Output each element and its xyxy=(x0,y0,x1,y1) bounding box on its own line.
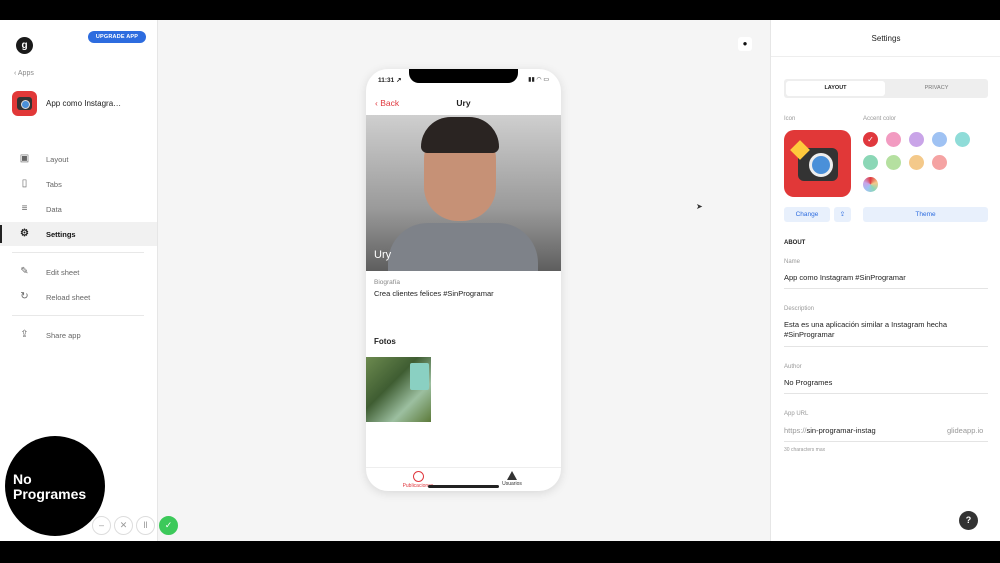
app-url-label: App URL xyxy=(784,411,809,417)
photos-heading: Fotos xyxy=(374,337,396,346)
gear-icon: ⚙ xyxy=(20,228,29,239)
author-field[interactable]: No Programes xyxy=(784,378,832,387)
accent-color-label: Accent color xyxy=(863,116,897,122)
screen-title: Ury xyxy=(456,98,471,108)
nav-label: Settings xyxy=(46,230,76,239)
nav-label: Reload sheet xyxy=(46,293,91,302)
photo-thumbnail[interactable] xyxy=(366,357,431,422)
status-time: 11:31 ↗ xyxy=(378,77,402,84)
nav-item-data[interactable]: ≡ Data xyxy=(0,197,157,221)
watermark-logo: No Programes xyxy=(5,436,105,536)
bio-label: Biografía xyxy=(374,279,401,286)
profile-photo: Ury xyxy=(366,115,561,271)
field-underline xyxy=(784,346,988,347)
minimize-button[interactable]: – xyxy=(92,516,111,535)
segmented-control: LAYOUT PRIVACY xyxy=(784,79,988,98)
pencil-icon: ✎ xyxy=(20,266,29,277)
nav-item-tabs[interactable]: ▯ Tabs xyxy=(0,172,157,196)
about-heading: ABOUT xyxy=(784,240,806,246)
accent-color-swatch[interactable] xyxy=(955,132,970,147)
app-icon-preview[interactable] xyxy=(784,130,851,197)
glide-logo: g xyxy=(16,37,33,54)
field-underline xyxy=(784,288,988,289)
nav-item-reload-sheet[interactable]: ↻ Reload sheet xyxy=(0,285,157,309)
nav-label: Layout xyxy=(46,155,69,164)
bio-text: Crea clientes felices #SinProgramar xyxy=(374,289,494,298)
nav-label: Tabs xyxy=(46,180,62,189)
app-icon xyxy=(12,91,37,116)
url-value: sin-programar-instag xyxy=(806,426,876,435)
accent-color-swatch[interactable] xyxy=(863,155,878,170)
accent-color-swatch[interactable] xyxy=(886,132,901,147)
accent-color-swatch[interactable]: ✓ xyxy=(863,132,878,147)
name-field[interactable]: App como Instagram #SinProgramar xyxy=(784,273,906,282)
share-icon: ⇪ xyxy=(20,329,29,340)
divider xyxy=(771,56,1000,57)
custom-color-wheel-icon[interactable] xyxy=(863,177,878,192)
settings-panel: Settings LAYOUT PRIVACY Icon Accent colo… xyxy=(770,20,1000,541)
url-suffix: glideapp.io xyxy=(947,426,984,435)
reload-icon: ↻ xyxy=(20,291,29,302)
nav-item-settings[interactable]: ⚙ Settings xyxy=(0,222,157,246)
watermark-line-2: Programes xyxy=(13,486,87,502)
phone-icon: ▯ xyxy=(21,178,28,189)
theme-button[interactable]: Theme xyxy=(863,207,988,222)
help-button[interactable]: ? xyxy=(959,511,978,530)
nav-label: Edit sheet xyxy=(46,268,80,277)
tab-label: Usuarios xyxy=(502,481,522,487)
accent-color-swatch[interactable] xyxy=(886,155,901,170)
database-icon: ≡ xyxy=(21,203,28,214)
accent-color-swatch[interactable] xyxy=(909,155,924,170)
nav-item-layout[interactable]: ▣ Layout xyxy=(0,147,157,171)
accent-color-swatch[interactable] xyxy=(909,132,924,147)
close-icon[interactable]: ✕ xyxy=(114,516,133,535)
icon-label: Icon xyxy=(784,116,796,122)
accent-color-swatch[interactable] xyxy=(932,132,947,147)
nav-label: Share app xyxy=(46,331,81,340)
watermark-line-1: No xyxy=(13,471,32,487)
name-label: Name xyxy=(784,259,801,265)
phone-notch xyxy=(409,69,518,83)
segment-privacy[interactable]: PRIVACY xyxy=(887,81,986,96)
triangle-icon xyxy=(507,471,517,480)
url-hint: 30 characters max xyxy=(784,447,826,453)
status-icons: ▮▮ ◠ ▭ xyxy=(528,77,549,83)
url-prefix: https:// xyxy=(784,426,807,435)
check-icon[interactable]: ✓ xyxy=(159,516,178,535)
author-label: Author xyxy=(784,364,802,370)
segment-layout[interactable]: LAYOUT xyxy=(786,81,885,96)
home-indicator xyxy=(428,485,499,488)
description-field[interactable]: Esta es una aplicación similar a Instagr… xyxy=(784,320,979,340)
nav-label: Data xyxy=(46,205,62,214)
nav-item-share-app[interactable]: ⇪ Share app xyxy=(0,323,157,347)
layout-icon: ▣ xyxy=(19,153,30,164)
pause-button[interactable]: ll xyxy=(136,516,155,535)
apps-back-link[interactable]: ‹ Apps xyxy=(14,70,34,77)
current-app[interactable]: App como Instagra… xyxy=(12,91,152,117)
app-url-field[interactable]: https://sin-programar-instag xyxy=(784,426,876,435)
nav-item-edit-sheet[interactable]: ✎ Edit sheet xyxy=(0,260,157,284)
app-name: App como Instagra… xyxy=(46,99,122,108)
photo-name-overlay: Ury xyxy=(374,249,392,261)
description-label: Description xyxy=(784,306,815,312)
change-icon-button[interactable]: Change xyxy=(784,207,830,222)
mouse-cursor-icon: ➤ xyxy=(696,202,703,211)
upload-icon[interactable]: ⇪ xyxy=(834,207,851,222)
divider xyxy=(12,252,144,253)
field-underline xyxy=(784,441,988,442)
panel-title: Settings xyxy=(871,34,901,43)
apple-icon[interactable]: ● xyxy=(738,37,752,51)
phone-preview: 11:31 ↗ ▮▮ ◠ ▭ ‹ Back Ury Ury Biografía … xyxy=(366,69,561,491)
app-window: g UPGRADE APP ‹ Apps App como Instagra… … xyxy=(0,20,1000,541)
circle-icon xyxy=(412,471,424,482)
divider xyxy=(12,315,144,316)
accent-color-swatch[interactable] xyxy=(932,155,947,170)
active-indicator xyxy=(0,225,2,243)
upgrade-app-button[interactable]: UPGRADE APP xyxy=(88,31,146,43)
field-underline xyxy=(784,393,988,394)
